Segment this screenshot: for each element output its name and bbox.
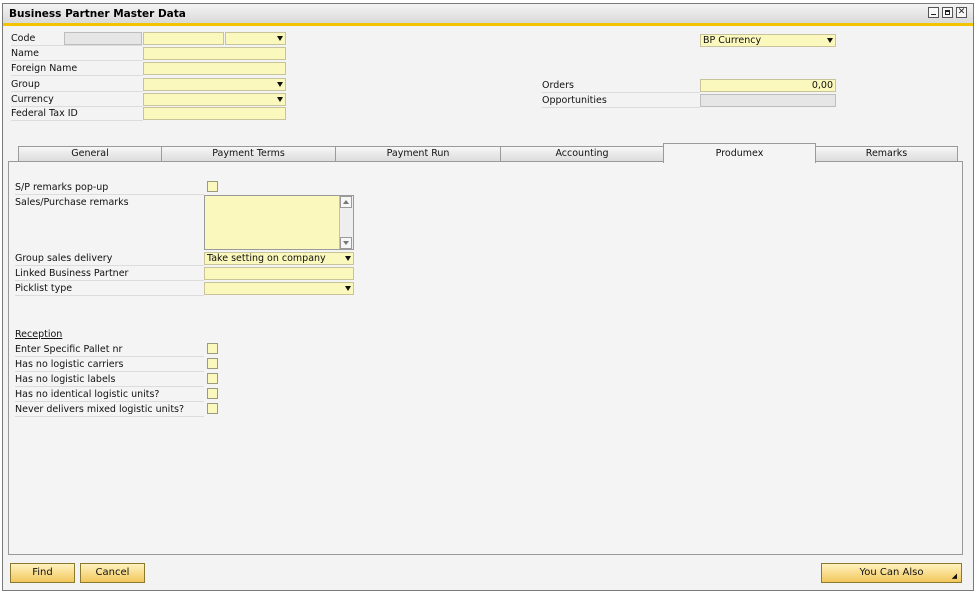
tab-general[interactable]: General (18, 146, 162, 161)
linked-bp-label: Linked Business Partner (15, 267, 204, 281)
scroll-up-icon[interactable] (340, 196, 352, 208)
picklist-type-select[interactable] (204, 282, 354, 295)
group-sales-delivery-label: Group sales delivery (15, 252, 204, 266)
close-icon[interactable]: ✕ (956, 7, 967, 18)
never-mixed-units-label: Never delivers mixed logistic units? (15, 403, 204, 417)
currency-select[interactable] (143, 93, 286, 106)
you-can-also-label: You Can Also (859, 567, 924, 578)
reception-heading: Reception (15, 329, 63, 340)
cancel-button[interactable]: Cancel (80, 563, 145, 583)
tab-accounting[interactable]: Accounting (500, 146, 664, 161)
sp-remarks-label: Sales/Purchase remarks (15, 197, 129, 208)
tab-label: Payment Terms (212, 148, 285, 159)
group-select[interactable] (143, 78, 286, 91)
opportunities-label: Opportunities (542, 94, 700, 108)
sp-popup-label: S/P remarks pop-up (15, 181, 204, 195)
scrollbar[interactable] (339, 196, 353, 249)
tab-produmex[interactable]: Produmex (663, 143, 816, 163)
orders-field[interactable]: 0,00 (700, 79, 836, 92)
tab-remarks[interactable]: Remarks (815, 146, 958, 161)
sp-popup-checkbox[interactable] (207, 181, 218, 192)
picklist-type-label: Picklist type (15, 282, 204, 296)
tab-label: General (71, 148, 109, 159)
chevron-down-icon (345, 256, 351, 261)
corner-arrow-icon: ◢ (951, 572, 957, 580)
no-logistic-labels-checkbox[interactable] (207, 373, 218, 384)
name-label: Name (11, 47, 143, 61)
bp-currency-value: BP Currency (703, 35, 762, 46)
chevron-down-icon (827, 38, 833, 43)
tab-payment-run[interactable]: Payment Run (335, 146, 501, 161)
no-identical-units-label: Has no identical logistic units? (15, 388, 204, 402)
enter-specific-pallet-label: Enter Specific Pallet nr (15, 343, 204, 357)
never-mixed-units-checkbox[interactable] (207, 403, 218, 414)
chevron-down-icon (345, 286, 351, 291)
maximize-icon[interactable] (942, 7, 953, 18)
foreign-name-label: Foreign Name (11, 62, 143, 76)
opportunities-field[interactable] (700, 94, 836, 107)
scroll-down-icon[interactable] (340, 237, 352, 249)
window-title: Business Partner Master Data (9, 8, 186, 20)
name-field[interactable] (143, 47, 286, 60)
code-field[interactable] (143, 32, 224, 45)
tab-label: Remarks (865, 148, 908, 159)
no-logistic-carriers-label: Has no logistic carriers (15, 358, 204, 372)
customer-type-select[interactable] (225, 32, 286, 45)
foreign-name-field[interactable] (143, 62, 286, 75)
linked-bp-field[interactable] (204, 267, 354, 280)
you-can-also-button[interactable]: You Can Also ◢ (821, 563, 962, 583)
orders-label: Orders (542, 79, 700, 93)
no-logistic-labels-label: Has no logistic labels (15, 373, 204, 387)
chevron-down-icon (277, 97, 283, 102)
code-series-field[interactable] (64, 32, 142, 45)
no-logistic-carriers-checkbox[interactable] (207, 358, 218, 369)
bp-currency-select[interactable]: BP Currency (700, 34, 836, 47)
sp-remarks-textarea[interactable] (204, 195, 354, 250)
group-sales-delivery-select[interactable]: Take setting on company (204, 252, 354, 265)
tab-label: Produmex (715, 148, 764, 159)
currency-label: Currency (11, 93, 143, 107)
tab-payment-terms[interactable]: Payment Terms (161, 146, 336, 161)
group-label: Group (11, 78, 143, 92)
no-identical-units-checkbox[interactable] (207, 388, 218, 399)
find-button[interactable]: Find (10, 563, 75, 583)
enter-specific-pallet-checkbox[interactable] (207, 343, 218, 354)
chevron-down-icon (277, 82, 283, 87)
minimize-icon[interactable] (928, 7, 939, 18)
title-bar: Business Partner Master Data ✕ (3, 4, 973, 26)
federal-tax-label: Federal Tax ID (11, 107, 143, 121)
federal-tax-field[interactable] (143, 107, 286, 120)
chevron-down-icon (277, 36, 283, 41)
tab-label: Accounting (555, 148, 609, 159)
group-sales-delivery-value: Take setting on company (207, 253, 326, 264)
tab-label: Payment Run (386, 148, 450, 159)
